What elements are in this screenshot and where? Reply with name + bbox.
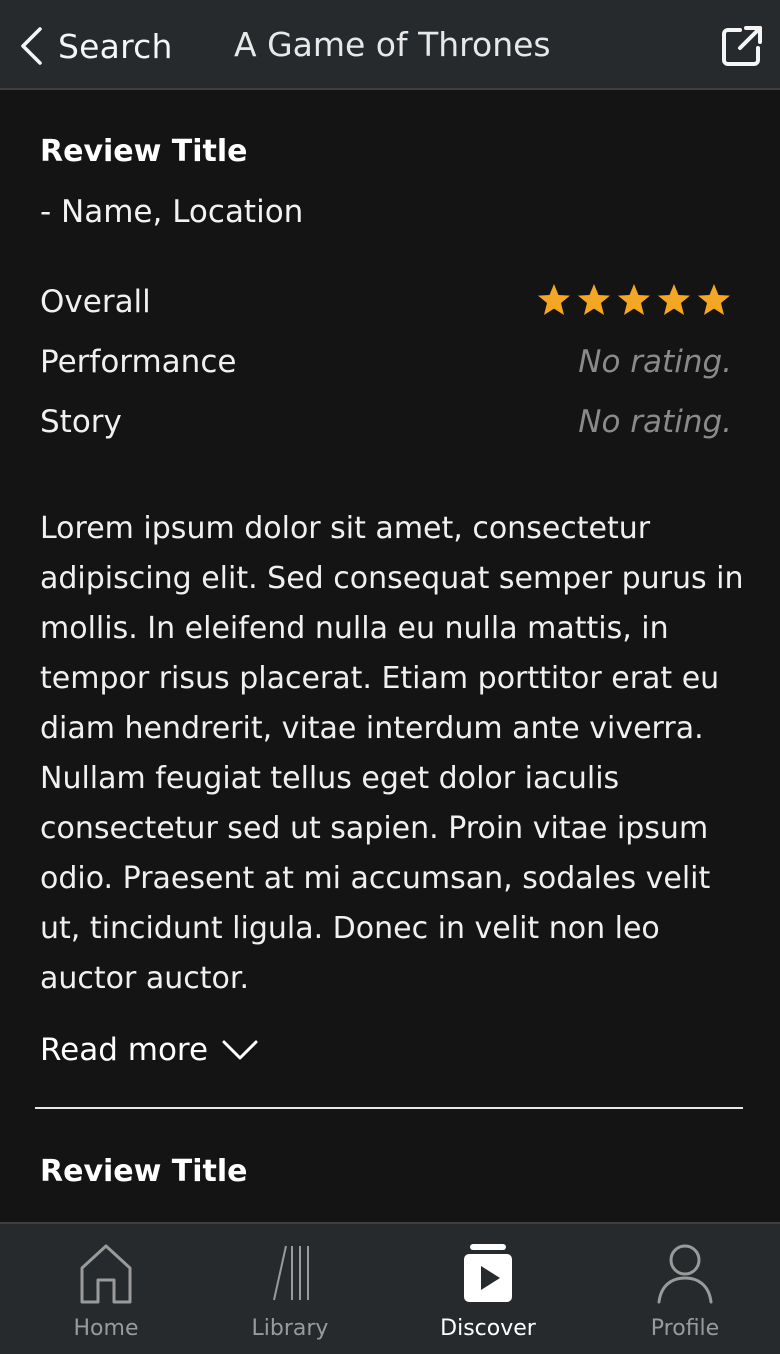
reviews-list[interactable]: Review Title - Name, Location Overall Pe…: [0, 90, 780, 1222]
rating-row-overall: Overall: [40, 280, 732, 324]
read-more-button[interactable]: Read more: [40, 1032, 258, 1068]
tab-bar: Home Library Discover Profile: [0, 1222, 780, 1354]
review-title: Review Title: [40, 134, 248, 169]
chevron-down-icon: [222, 1040, 258, 1060]
share-icon[interactable]: [718, 22, 766, 70]
tab-library[interactable]: Library: [215, 1224, 365, 1354]
chevron-left-icon: [21, 27, 42, 65]
tab-home[interactable]: Home: [31, 1224, 181, 1354]
profile-icon: [657, 1244, 713, 1304]
rating-value: No rating.: [578, 404, 732, 440]
page-title: A Game of Thrones: [234, 25, 551, 64]
tab-label: Home: [73, 1316, 139, 1341]
read-more-label: Read more: [40, 1032, 209, 1068]
star-icon: [658, 284, 690, 315]
nav-header: Search A Game of Thrones: [0, 0, 780, 90]
tab-label: Discover: [440, 1316, 536, 1341]
rating-value: No rating.: [578, 344, 732, 380]
rating-row-story: Story No rating.: [40, 400, 732, 444]
review-body: Lorem ipsum dolor sit amet, consectetur …: [40, 511, 744, 996]
rating-label: Performance: [40, 344, 237, 380]
home-icon: [80, 1244, 132, 1304]
star-rating: [536, 283, 732, 317]
star-icon: [618, 284, 650, 315]
star-icon: [538, 284, 570, 315]
tab-profile[interactable]: Profile: [610, 1224, 760, 1354]
star-icon: [698, 284, 730, 315]
review-title: Review Title: [40, 1154, 248, 1189]
review-divider: [35, 1107, 743, 1109]
rating-row-performance: Performance No rating.: [40, 340, 732, 384]
star-icon: [578, 284, 610, 315]
tab-discover[interactable]: Discover: [413, 1224, 563, 1354]
tab-label: Profile: [650, 1316, 720, 1341]
back-label: Search: [58, 26, 173, 66]
rating-label: Overall: [40, 284, 151, 320]
library-icon: [273, 1245, 309, 1301]
tab-label: Library: [251, 1316, 329, 1341]
back-button[interactable]: Search: [18, 24, 173, 68]
rating-label: Story: [40, 404, 122, 440]
review-author: - Name, Location: [40, 194, 304, 230]
discover-icon: [464, 1244, 512, 1302]
